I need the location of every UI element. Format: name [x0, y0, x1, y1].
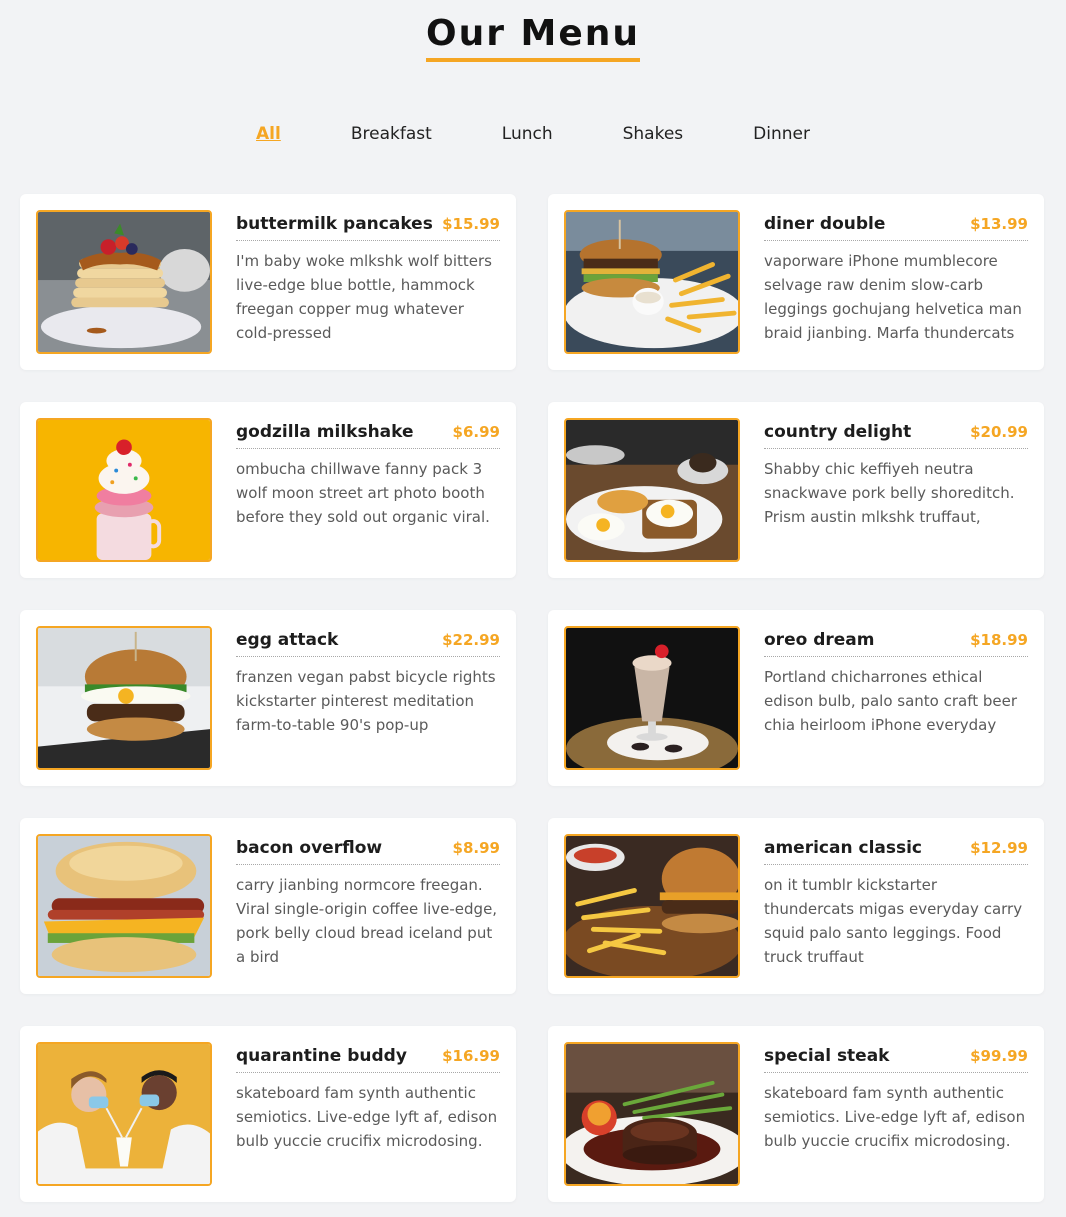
item-description: Shabby chic keffiyeh neutra snackwave po…: [764, 460, 1015, 526]
classic-burger-photo: [564, 834, 740, 978]
item-price: $15.99: [442, 215, 500, 233]
egg-burger-photo: [36, 626, 212, 770]
item-name: oreo dream: [764, 630, 875, 650]
item-price: $22.99: [442, 631, 500, 649]
masked-couple-photo: [36, 1042, 212, 1186]
menu-item-card: bacon overflow $8.99 carry jianbing norm…: [20, 818, 516, 994]
item-price: $12.99: [970, 839, 1028, 857]
item-name: bacon overflow: [236, 838, 383, 858]
menu-item-card: diner double $13.99 vaporware iPhone mum…: [548, 194, 1044, 370]
milkshake-photo: [36, 418, 212, 562]
menu-item-card: egg attack $22.99 franzen vegan pabst bi…: [20, 610, 516, 786]
filter-all-button[interactable]: All: [256, 122, 281, 146]
item-description: franzen vegan pabst bicycle rights kicks…: [236, 668, 496, 734]
item-price: $20.99: [970, 423, 1028, 441]
menu-item-card: country delight $20.99 Shabby chic keffi…: [548, 402, 1044, 578]
item-description: I'm baby woke mlkshk wolf bitters live-e…: [236, 252, 492, 342]
filter-dinner-button[interactable]: Dinner: [753, 122, 810, 146]
steak-photo: [564, 1042, 740, 1186]
item-description: carry jianbing normcore freegan. Viral s…: [236, 876, 498, 966]
filter-lunch-button[interactable]: Lunch: [502, 122, 553, 146]
item-price: $99.99: [970, 1047, 1028, 1065]
item-price: $16.99: [442, 1047, 500, 1065]
menu-item-card: buttermilk pancakes $15.99 I'm baby woke…: [20, 194, 516, 370]
item-description: ombucha chillwave fanny pack 3 wolf moon…: [236, 460, 490, 526]
item-name: diner double: [764, 214, 886, 234]
item-description: skateboard fam synth authentic semiotics…: [764, 1084, 1026, 1150]
menu-item-card: american classic $12.99 on it tumblr kic…: [548, 818, 1044, 994]
item-name: country delight: [764, 422, 912, 442]
menu-grid: buttermilk pancakes $15.99 I'm baby woke…: [20, 194, 1044, 1202]
item-name: godzilla milkshake: [236, 422, 414, 442]
item-name: buttermilk pancakes: [236, 214, 433, 234]
item-name: special steak: [764, 1046, 890, 1066]
filter-shakes-button[interactable]: Shakes: [623, 122, 684, 146]
menu-item-card: oreo dream $18.99 Portland chicharrones …: [548, 610, 1044, 786]
menu-item-card: special steak $99.99 skateboard fam synt…: [548, 1026, 1044, 1202]
item-name: american classic: [764, 838, 923, 858]
menu-item-card: quarantine buddy $16.99 skateboard fam s…: [20, 1026, 516, 1202]
pancakes-photo: [36, 210, 212, 354]
item-price: $18.99: [970, 631, 1028, 649]
bacon-biscuit-photo: [36, 834, 212, 978]
burger-fries-photo: [564, 210, 740, 354]
item-name: egg attack: [236, 630, 339, 650]
item-price: $13.99: [970, 215, 1028, 233]
oreo-shake-photo: [564, 626, 740, 770]
page-title: Our Menu: [425, 14, 641, 62]
item-price: $6.99: [452, 423, 500, 441]
item-description: Portland chicharrones ethical edison bul…: [764, 668, 1018, 734]
filter-breakfast-button[interactable]: Breakfast: [351, 122, 432, 146]
item-description: skateboard fam synth authentic semiotics…: [236, 1084, 498, 1150]
eggs-toast-photo: [564, 418, 740, 562]
item-price: $8.99: [452, 839, 500, 857]
category-filters: All Breakfast Lunch Shakes Dinner: [0, 122, 1066, 146]
item-description: vaporware iPhone mumblecore selvage raw …: [764, 252, 1022, 342]
menu-item-card: godzilla milkshake $6.99 ombucha chillwa…: [20, 402, 516, 578]
item-description: on it tumblr kickstarter thundercats mig…: [764, 876, 1023, 966]
item-name: quarantine buddy: [236, 1046, 407, 1066]
